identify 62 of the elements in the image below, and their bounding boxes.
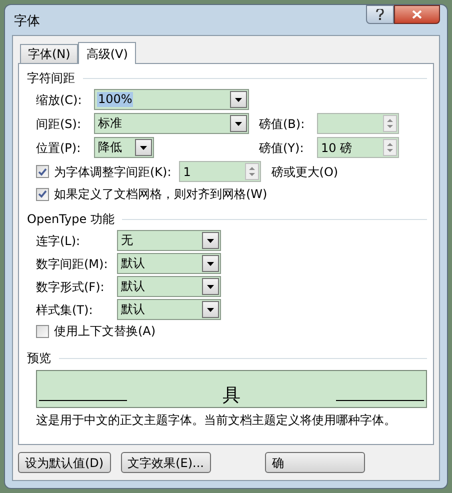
checkbox-label: 为字体调整字间距(K): bbox=[54, 164, 172, 180]
dropdown[interactable]: 默认 bbox=[117, 253, 221, 274]
section-title: 字符间距 bbox=[27, 70, 75, 87]
close-icon bbox=[412, 10, 422, 19]
tab[interactable]: 字体(N) bbox=[20, 44, 78, 63]
caret-icon bbox=[207, 284, 214, 288]
checkbox-label: 使用上下文替换(A) bbox=[54, 323, 156, 340]
dropdown-value: 降低 bbox=[97, 140, 123, 155]
spin-suffix: 磅或更大(O) bbox=[271, 164, 338, 180]
dropdown-value: 标准 bbox=[97, 116, 123, 131]
section-title: OpenType 功能 bbox=[27, 211, 114, 228]
dropdown[interactable]: 标准 bbox=[94, 113, 249, 134]
dropdown-value: 无 bbox=[120, 233, 134, 248]
caret-icon bbox=[207, 308, 214, 312]
field-label: 缩放(C): bbox=[36, 92, 83, 108]
field-label: 数字形式(F): bbox=[36, 278, 106, 296]
caret-icon bbox=[207, 238, 214, 242]
tab[interactable]: 高级(V) bbox=[78, 42, 136, 64]
caret-icon bbox=[235, 122, 242, 126]
dropdown-value: 默认 bbox=[120, 302, 146, 317]
spin-arrows-icon[interactable] bbox=[245, 163, 260, 180]
spin-arrows-icon[interactable] bbox=[383, 139, 397, 156]
spin-field[interactable]: 1 bbox=[179, 161, 262, 182]
question-mark-icon bbox=[376, 9, 384, 20]
spin-field[interactable]: 10 磅 bbox=[317, 137, 399, 158]
field-label: 磅值(B): bbox=[259, 116, 306, 132]
dropdown-value: 默认 bbox=[120, 256, 146, 271]
field-label: 磅值(Y): bbox=[259, 140, 305, 156]
dropdown[interactable]: 降低 bbox=[94, 137, 154, 158]
spin-arrows-icon[interactable] bbox=[383, 115, 397, 132]
window-title: 字体 bbox=[14, 13, 40, 32]
spin-field[interactable] bbox=[317, 113, 399, 134]
checkbox[interactable] bbox=[36, 165, 49, 178]
dropdown[interactable]: 默认 bbox=[117, 276, 221, 297]
spin-value: 1 bbox=[183, 164, 191, 180]
field-label: 连字(L): bbox=[36, 232, 82, 250]
caret-icon bbox=[235, 98, 242, 102]
field-label: 数字间距(M): bbox=[36, 256, 109, 272]
preview-sample: 具 bbox=[222, 386, 240, 406]
dropdown[interactable]: 无 bbox=[117, 230, 221, 251]
caret-icon bbox=[207, 262, 214, 266]
check-icon bbox=[38, 168, 47, 176]
checkbox[interactable] bbox=[36, 188, 49, 200]
dialog-button[interactable]: 设为默认值(D) bbox=[18, 452, 111, 473]
check-icon bbox=[38, 190, 47, 198]
preview-description: 这是用于中文的正文主题字体。当前文档主题定义将使用哪种字体。 bbox=[36, 412, 397, 429]
field-label: 样式集(T): bbox=[36, 302, 94, 318]
dropdown-value: 100% bbox=[97, 92, 134, 107]
dropdown[interactable]: 默认 bbox=[117, 299, 221, 320]
dialog-button[interactable]: 文字效果(E)... bbox=[120, 452, 211, 473]
help-button[interactable] bbox=[366, 5, 394, 24]
dropdown-value: 默认 bbox=[120, 279, 146, 294]
checkbox[interactable] bbox=[36, 324, 49, 338]
field-label: 位置(P): bbox=[36, 140, 82, 156]
spin-value: 10 磅 bbox=[321, 140, 352, 156]
field-label: 间距(S): bbox=[36, 116, 82, 132]
checkbox-label: 如果定义了文档网格，则对齐到网格(W) bbox=[54, 186, 268, 203]
dialog-button[interactable]: 确 bbox=[265, 452, 365, 473]
close-button[interactable] bbox=[394, 5, 440, 24]
dropdown[interactable]: 100% bbox=[94, 89, 249, 110]
caret-icon bbox=[140, 146, 147, 150]
section-title: 预览 bbox=[27, 350, 51, 367]
